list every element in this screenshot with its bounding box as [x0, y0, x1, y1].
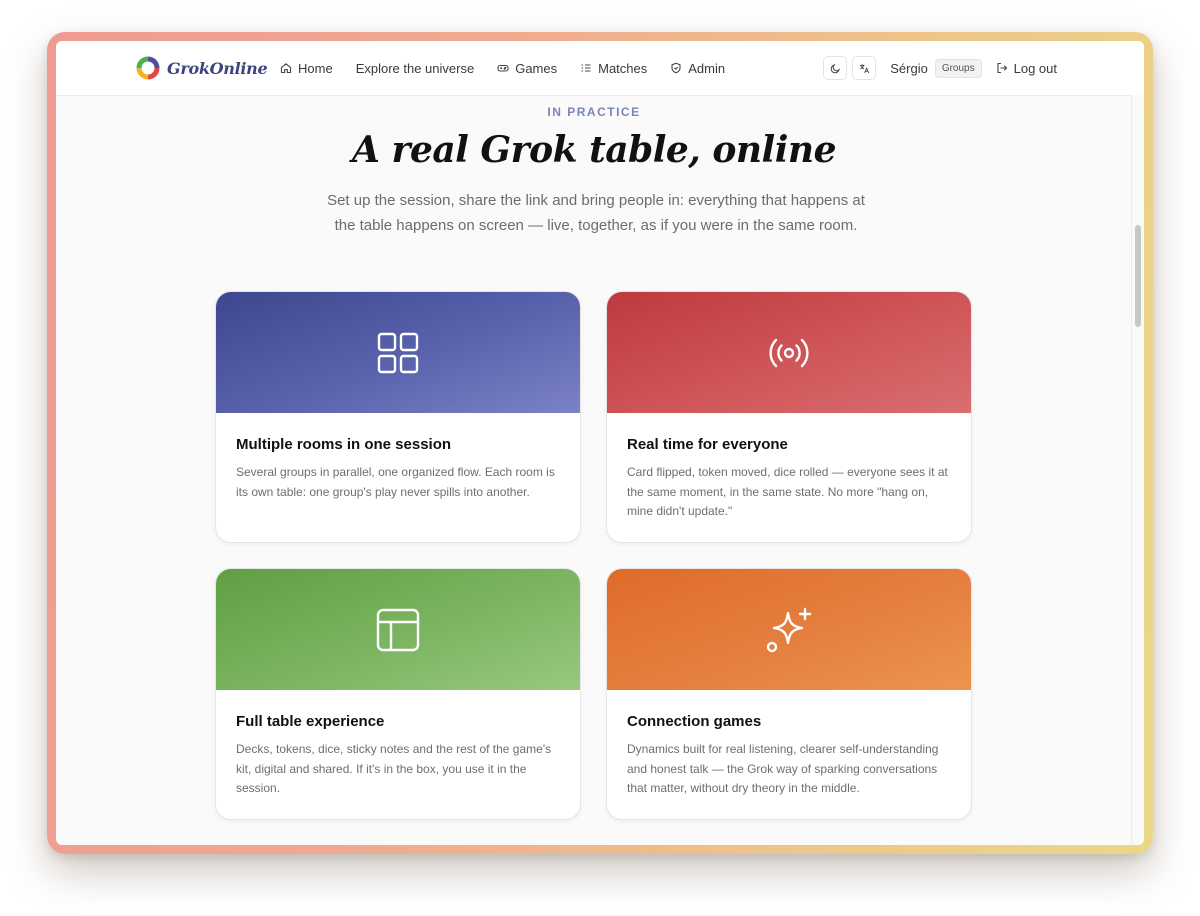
- card-title: Full table experience: [236, 713, 385, 730]
- card-header: [607, 292, 971, 413]
- nav-home-label: Home: [298, 60, 333, 76]
- list-icon: [581, 64, 591, 72]
- card-title: Connection games: [627, 713, 762, 730]
- sparkle-icon: [766, 607, 812, 652]
- page-scrollbar[interactable]: [1131, 95, 1144, 845]
- page-title: A real Grok table, online: [352, 129, 836, 171]
- nav-admin[interactable]: Admin: [670, 61, 725, 76]
- feature-card-rooms: Multiple rooms in one session Several gr…: [215, 291, 581, 543]
- nav-games[interactable]: Games: [497, 61, 557, 76]
- card-header: [607, 569, 971, 690]
- card-text: Card flipped, token moved, dice rolled —…: [627, 465, 948, 518]
- home-icon: [280, 63, 292, 74]
- scrollbar-thumb[interactable]: [1135, 225, 1141, 327]
- browser-window: GrokOnline Home Explore the universe Gam…: [56, 41, 1144, 845]
- feature-card-connection: Connection games Dynamics built for real…: [606, 568, 972, 820]
- user-name[interactable]: Sérgio: [890, 61, 928, 76]
- broadcast-icon: [769, 338, 809, 367]
- card-header: [216, 292, 580, 413]
- card-title: Multiple rooms in one session: [236, 436, 452, 453]
- nav-home[interactable]: Home: [280, 61, 333, 76]
- window-frame: GrokOnline Home Explore the universe Gam…: [47, 32, 1153, 854]
- translate-icon: [859, 63, 869, 73]
- shield-icon: [671, 62, 681, 74]
- grid-icon: [377, 332, 419, 373]
- nav-games-label: Games: [515, 60, 558, 76]
- page-subtitle: Set up the session, share the link and b…: [327, 192, 865, 234]
- nav-matches[interactable]: Matches: [580, 61, 647, 76]
- user-tools: Sérgio Groups Log out: [823, 41, 1057, 95]
- section-eyebrow: IN PRACTICE: [547, 105, 641, 119]
- logout-button[interactable]: Log out: [996, 61, 1057, 76]
- feature-card-realtime: Real time for everyone Card flipped, tok…: [606, 291, 972, 543]
- nav-explore-label: Explore the universe: [355, 60, 475, 76]
- main-nav: Home Explore the universe Games Matches …: [280, 41, 725, 95]
- top-navbar: GrokOnline Home Explore the universe Gam…: [56, 41, 1144, 96]
- user-groups-badge[interactable]: Groups: [934, 58, 982, 78]
- feature-card-table: Full table experience Decks, tokens, dic…: [215, 568, 581, 820]
- card-text: Dynamics built for real listening, clear…: [627, 742, 939, 795]
- card-text: Decks, tokens, dice, sticky notes and th…: [236, 742, 552, 795]
- gamepad-icon: [497, 64, 509, 72]
- nav-explore[interactable]: Explore the universe: [356, 61, 475, 76]
- logo-text: GrokOnline: [167, 58, 268, 78]
- logo-icon: [136, 56, 160, 80]
- card-text: Several groups in parallel, one organize…: [236, 465, 555, 499]
- card-title: Real time for everyone: [627, 436, 788, 453]
- nav-matches-label: Matches: [598, 60, 648, 76]
- app-logo[interactable]: GrokOnline: [135, 55, 268, 81]
- table-icon: [376, 608, 420, 651]
- moon-icon: [830, 63, 840, 73]
- card-header: [216, 569, 580, 690]
- theme-toggle-button[interactable]: [823, 56, 848, 80]
- language-button[interactable]: [852, 56, 877, 80]
- nav-admin-label: Admin: [688, 60, 726, 76]
- logout-label: Log out: [1013, 60, 1057, 76]
- logout-icon: [997, 62, 1007, 74]
